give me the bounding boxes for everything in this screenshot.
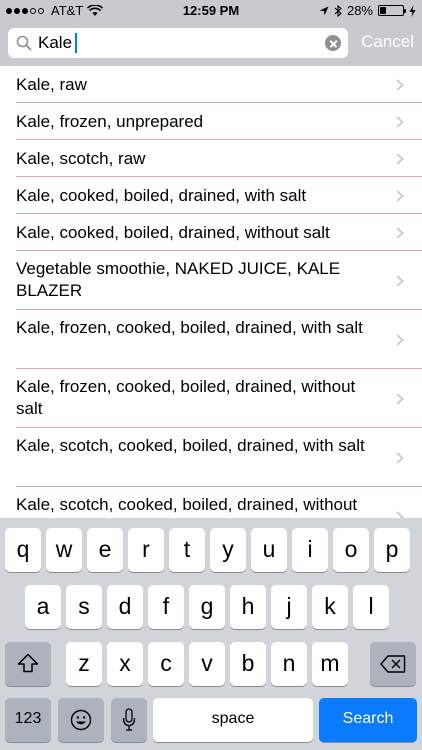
list-item-label: Kale, scotch, cooked, boiled, drained, w…	[16, 436, 365, 455]
key-n[interactable]: n	[271, 642, 307, 686]
search-icon	[16, 35, 32, 51]
key-s[interactable]: s	[66, 585, 102, 629]
text-cursor	[75, 33, 77, 53]
key-g[interactable]: g	[189, 585, 225, 629]
list-item[interactable]: Kale, frozen, cooked, boiled, drained, w…	[0, 310, 422, 369]
shift-key[interactable]	[5, 642, 51, 686]
chevron-right-icon	[396, 510, 404, 518]
key-i[interactable]: i	[292, 528, 328, 572]
key-t[interactable]: t	[169, 528, 205, 572]
charging-bolt-icon	[409, 4, 416, 17]
numbers-key[interactable]: 123	[5, 698, 51, 742]
top-bar: AT&T 12:59 PM 28% Cancel	[0, 0, 422, 66]
key-x[interactable]: x	[107, 642, 143, 686]
key-y[interactable]: y	[210, 528, 246, 572]
status-bar: AT&T 12:59 PM 28%	[0, 0, 422, 22]
list-item[interactable]: Vegetable smoothie, NAKED JUICE, KALE BL…	[0, 251, 422, 310]
list-item[interactable]: Kale, frozen, cooked, boiled, drained, w…	[0, 369, 422, 428]
list-item[interactable]: Kale, scotch, cooked, boiled, drained, w…	[0, 487, 422, 518]
keyboard: q w e r t y u i o p a s d f g h j k l z …	[0, 518, 422, 750]
clear-text-icon[interactable]	[325, 35, 341, 51]
key-j[interactable]: j	[271, 585, 307, 629]
key-d[interactable]: d	[107, 585, 143, 629]
dictation-key[interactable]	[111, 698, 147, 742]
list-item-label: Kale, scotch, raw	[16, 149, 146, 168]
key-z[interactable]: z	[66, 642, 102, 686]
search-field[interactable]	[8, 28, 348, 58]
chevron-right-icon	[396, 226, 404, 239]
key-w[interactable]: w	[46, 528, 82, 572]
search-key[interactable]: Search	[319, 698, 417, 742]
list-item[interactable]: Kale, cooked, boiled, drained, without s…	[0, 214, 422, 251]
key-k[interactable]: k	[312, 585, 348, 629]
space-key[interactable]: space	[153, 698, 313, 742]
list-item-label: Kale, raw	[16, 75, 87, 94]
list-item[interactable]: Kale, raw	[0, 66, 422, 103]
list-item[interactable]: Kale, scotch, raw	[0, 140, 422, 177]
list-item-label: Kale, cooked, boiled, drained, without s…	[16, 223, 330, 242]
list-item-label: Kale, frozen, cooked, boiled, drained, w…	[16, 377, 356, 418]
key-r[interactable]: r	[128, 528, 164, 572]
list-item[interactable]: Kale, cooked, boiled, drained, with salt	[0, 177, 422, 214]
key-m[interactable]: m	[312, 642, 348, 686]
key-p[interactable]: p	[374, 528, 410, 572]
key-u[interactable]: u	[251, 528, 287, 572]
microphone-icon	[122, 708, 136, 731]
chevron-right-icon	[396, 392, 404, 405]
emoji-icon	[70, 709, 92, 731]
chevron-right-icon	[396, 189, 404, 202]
chevron-right-icon	[396, 115, 404, 128]
key-c[interactable]: c	[148, 642, 184, 686]
battery-icon	[378, 5, 406, 16]
key-e[interactable]: e	[87, 528, 123, 572]
chevron-right-icon	[396, 152, 404, 165]
key-h[interactable]: h	[230, 585, 266, 629]
list-item-label: Kale, cooked, boiled, drained, with salt	[16, 186, 307, 205]
key-l[interactable]: l	[353, 585, 389, 629]
key-a[interactable]: a	[25, 585, 61, 629]
key-v[interactable]: v	[189, 642, 225, 686]
list-item-label: Kale, frozen, unprepared	[16, 112, 204, 131]
key-o[interactable]: o	[333, 528, 369, 572]
list-item-label: Vegetable smoothie, NAKED JUICE, KALE BL…	[16, 259, 341, 300]
delete-key[interactable]	[370, 642, 416, 686]
chevron-right-icon	[396, 333, 404, 346]
location-arrow-icon	[319, 6, 329, 15]
search-results-list: Kale, raw Kale, frozen, unprepared Kale,…	[0, 66, 422, 518]
key-b[interactable]: b	[230, 642, 266, 686]
list-item-label: Kale, frozen, cooked, boiled, drained, w…	[16, 318, 363, 337]
list-item[interactable]: Kale, frozen, unprepared	[0, 103, 422, 140]
battery-percent: 28%	[346, 3, 373, 18]
bluetooth-icon	[334, 4, 342, 17]
list-item-label: Kale, scotch, cooked, boiled, drained, w…	[16, 495, 358, 518]
chevron-right-icon	[396, 274, 404, 287]
backspace-icon	[380, 655, 406, 673]
key-f[interactable]: f	[148, 585, 184, 629]
chevron-right-icon	[396, 451, 404, 464]
emoji-key[interactable]	[58, 698, 104, 742]
cancel-button[interactable]: Cancel	[361, 32, 414, 52]
list-item[interactable]: Kale, scotch, cooked, boiled, drained, w…	[0, 428, 422, 487]
chevron-right-icon	[396, 78, 404, 91]
key-q[interactable]: q	[5, 528, 41, 572]
shift-arrow-icon	[17, 653, 39, 673]
search-input[interactable]	[38, 28, 318, 58]
